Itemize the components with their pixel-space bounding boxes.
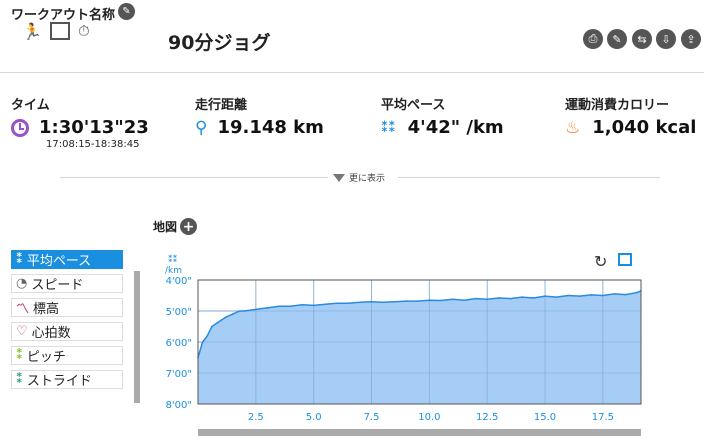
chart-scrollbar[interactable] [198, 429, 641, 436]
pace-point [636, 291, 639, 294]
pace-point [440, 299, 442, 302]
y-tick-label: 8'00" [166, 400, 192, 411]
pace-point [220, 319, 222, 322]
x-tick-label: 7.5 [364, 412, 380, 423]
pace-point [215, 322, 218, 325]
pace-point [382, 301, 384, 304]
x-tick-label: 5.0 [306, 412, 322, 423]
pace-point [224, 316, 227, 319]
pace-point [255, 308, 257, 311]
pace-chart: 4'00" 5'00" 6'00" 7'00" 8'00" 2.5 5.0 7.5 10.0 12… [166, 276, 642, 423]
pace-point [521, 296, 523, 298]
pace-point [289, 305, 292, 308]
pace-point [393, 300, 396, 303]
pace-point [324, 303, 327, 305]
x-tick-label: 15.0 [534, 412, 556, 423]
pace-point [312, 304, 315, 307]
pace-point [451, 298, 454, 301]
pace-point [405, 300, 408, 302]
pace-point [509, 297, 512, 300]
y-tick-label: 7'00" [166, 369, 192, 380]
y-tick-label: 5'00" [166, 307, 192, 318]
y-tick-label: 4'00" [166, 276, 192, 287]
pace-point [206, 335, 209, 337]
x-tick-label: 10.0 [418, 412, 440, 423]
pace-point [428, 299, 431, 301]
pace-point [497, 297, 500, 299]
pace-point [567, 294, 569, 297]
pace-point [238, 310, 241, 312]
pace-point [278, 305, 280, 308]
pace-point [266, 307, 269, 309]
pace-point [544, 295, 546, 297]
x-tick-label: 2.5 [248, 412, 264, 423]
pace-point [359, 301, 361, 304]
pace-point [301, 304, 303, 306]
y-tick-label: 6'00" [166, 338, 192, 349]
pace-point [243, 310, 246, 312]
pace-point [613, 293, 616, 295]
pace-point [201, 341, 204, 343]
x-tick-label: 12.5 [476, 412, 498, 423]
pace-point [555, 296, 558, 298]
pace-point [370, 300, 373, 303]
pace-point [211, 325, 213, 328]
pace-point [231, 313, 234, 315]
pace-point [336, 302, 338, 305]
pace-point [625, 293, 627, 296]
pace-point [602, 294, 604, 297]
pace-point [590, 294, 593, 296]
pace-point [578, 295, 581, 297]
pace-point [463, 299, 465, 301]
pace-point [474, 297, 477, 300]
pace-point [347, 302, 350, 305]
pace-point [532, 297, 535, 299]
x-tick-label: 17.5 [592, 412, 614, 423]
pace-point [416, 300, 419, 302]
pace-point [486, 298, 488, 301]
